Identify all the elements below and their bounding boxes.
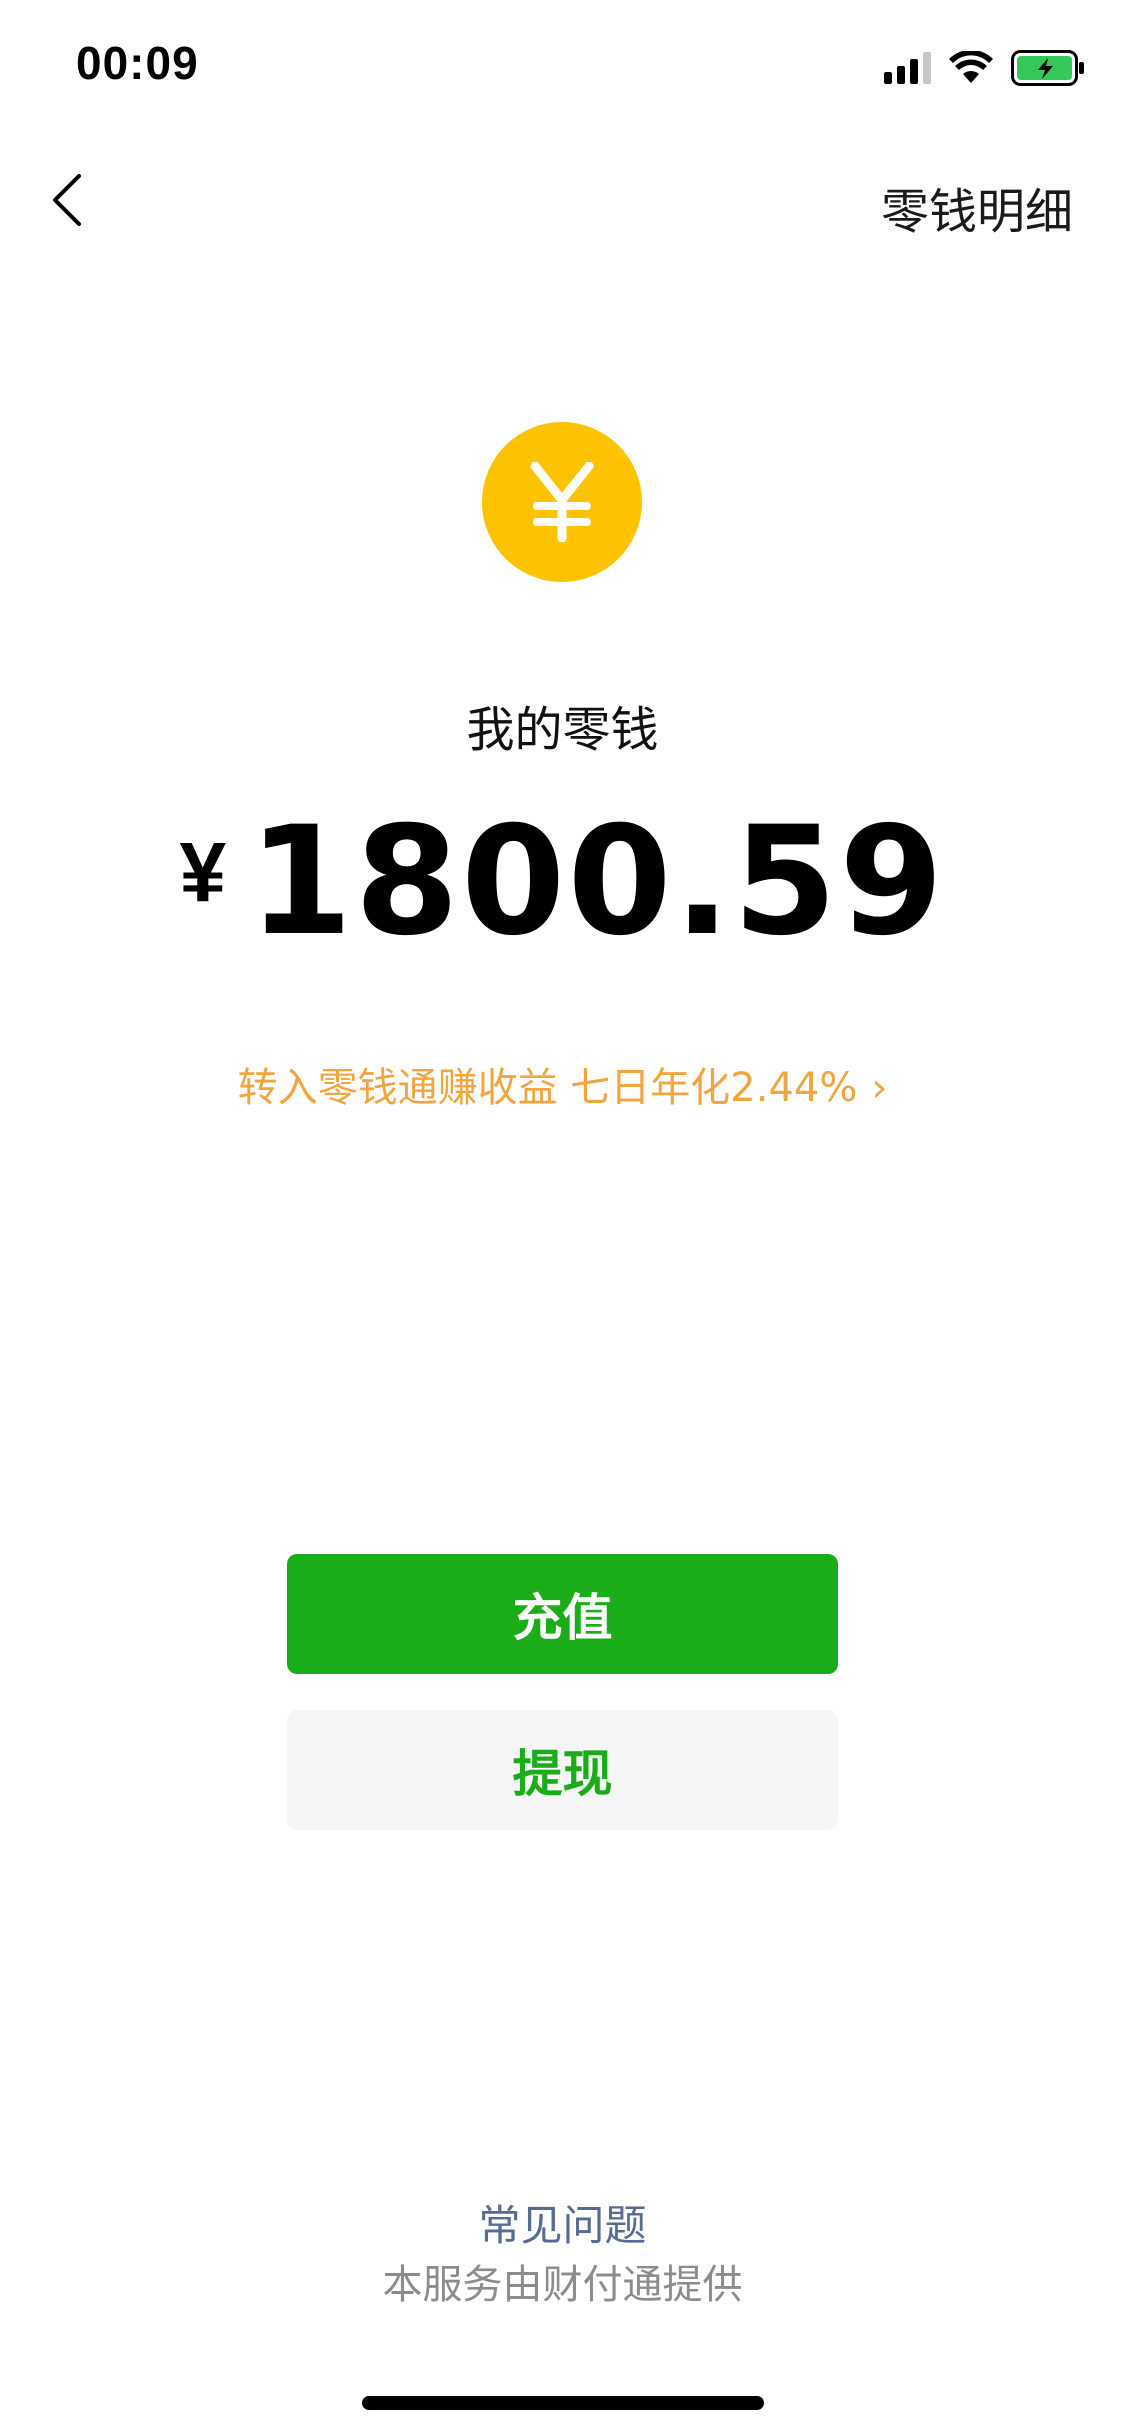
wifi-icon (949, 51, 993, 83)
signal-icon (884, 52, 931, 84)
nav-bar: 零钱明细 (0, 150, 1125, 250)
currency-symbol: ¥ (179, 825, 227, 919)
battery-charging-icon (1011, 50, 1084, 86)
chevron-left-icon (53, 174, 81, 226)
status-bar: 00:09 (0, 0, 1125, 132)
wallet-detail-link[interactable]: 零钱明细 (881, 172, 1073, 242)
yuan-coin-icon (482, 422, 642, 582)
withdraw-button[interactable]: 提现 (287, 1710, 838, 1830)
status-icons (884, 50, 1085, 86)
chevron-right-icon: › (871, 1065, 888, 1111)
faq-link[interactable]: 常见问题 (0, 2192, 1125, 2253)
home-indicator[interactable] (362, 2396, 764, 2410)
status-time: 00:09 (76, 37, 199, 89)
back-button[interactable] (30, 164, 102, 236)
wallet-title: 我的零钱 (466, 702, 659, 758)
provider-note: 本服务由财付通提供 (382, 2262, 743, 2308)
balance-amount: 1800.59 (248, 795, 946, 969)
recharge-button[interactable]: 充值 (287, 1554, 838, 1674)
promo-text: 转入零钱通赚收益 七日年化2.44% (237, 1065, 858, 1111)
lingqiantong-promo-link[interactable]: 转入零钱通赚收益 七日年化2.44% › (0, 1055, 1125, 1113)
balance-display: ¥ 1800.59 (0, 800, 1125, 965)
yuan-glyph (530, 462, 594, 542)
